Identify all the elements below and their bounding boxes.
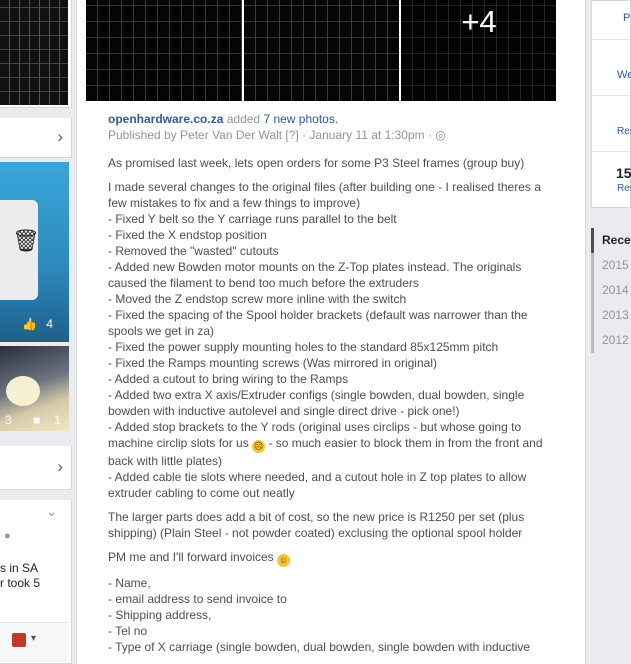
paragraph-intro: As promised last week, lets open orders …: [108, 156, 525, 170]
paragraph-price: The larger parts does add a bit of cost,…: [108, 510, 525, 540]
story-snippet: s in SA r took 5: [0, 561, 41, 590]
year-nav-item[interactable]: 2015: [594, 253, 631, 278]
paragraph-pm: PM me and I'll forward invoices ☺: [108, 550, 291, 567]
left-photo-card[interactable]: [0, 0, 72, 108]
comment-count: 1: [54, 413, 61, 427]
year-nav-recent[interactable]: Rece: [591, 228, 631, 253]
divider: [592, 39, 631, 40]
likes-count: 👍 4: [22, 317, 53, 331]
page-name-link[interactable]: openhardware.co.za: [108, 112, 223, 126]
right-count: 15: [616, 165, 631, 181]
right-link-we[interactable]: We: [617, 69, 631, 81]
globe-icon[interactable]: ◎: [435, 128, 445, 142]
paragraph-changes: I made several changes to the original f…: [108, 180, 543, 500]
right-column: P We Res 15 Res Rece 2015 2014 2013 2012: [591, 0, 631, 664]
right-info-card: P We Res 15 Res: [591, 0, 631, 208]
right-link-top[interactable]: P: [623, 12, 630, 24]
post-photo-1[interactable]: [86, 0, 242, 101]
story-footer: ▾: [0, 622, 68, 662]
left-story-card: ⌄ ● s in SA r took 5 ▾: [0, 500, 72, 664]
left-section-header[interactable]: ›: [0, 118, 72, 158]
year-nav-item[interactable]: 2014: [594, 278, 631, 303]
added-text: added: [226, 112, 261, 126]
photo-count: 3: [5, 413, 12, 427]
post-body: As promised last week, lets open orders …: [108, 155, 563, 663]
phone-photo[interactable]: 🗑 👍 4: [0, 162, 69, 342]
cad-thumbnail[interactable]: [0, 0, 68, 105]
year-nav-item[interactable]: 2013: [594, 303, 631, 328]
warm-photo[interactable]: 3 ■ 1: [0, 346, 69, 431]
year-nav: Rece 2015 2014 2013 2012: [591, 228, 631, 353]
more-photos-badge[interactable]: +4: [429, 4, 529, 40]
chevron-right-icon[interactable]: ›: [57, 457, 63, 477]
right-link-res[interactable]: Res: [617, 126, 631, 137]
comment-icon: ■: [33, 413, 41, 427]
paragraph-details: - Name, - email address to send invoice …: [108, 576, 531, 654]
divider: [592, 151, 631, 152]
divider: [592, 95, 631, 96]
sad-emoji-icon: ☹: [252, 440, 266, 453]
post-card: +4 openhardware.co.za added 7 new photos…: [76, 0, 586, 664]
photo-subject: [6, 376, 40, 406]
left-section-header-2[interactable]: ›: [0, 446, 72, 490]
chevron-right-icon[interactable]: ›: [57, 127, 63, 147]
trash-icon: 🗑: [12, 228, 40, 253]
year-nav-item[interactable]: 2012: [594, 328, 631, 353]
post-header: openhardware.co.za added 7 new photos. P…: [108, 111, 568, 143]
avatar-icon[interactable]: [12, 633, 26, 647]
left-column: › 🗑 👍 4 3 ■ 1 › ⌄ ● s in SA r took 5 ▾: [0, 0, 72, 664]
photos-link[interactable]: 7 new photos.: [263, 112, 338, 126]
globe-icon: ●: [4, 530, 11, 542]
like-icon: 👍: [22, 317, 37, 331]
post-photo-2[interactable]: [244, 0, 399, 101]
published-by[interactable]: Published by Peter Van Der Walt [?] · Ja…: [108, 128, 432, 142]
right-link-res-2[interactable]: Res: [617, 183, 631, 194]
chevron-down-icon[interactable]: ⌄: [46, 504, 57, 520]
dropdown-caret-icon[interactable]: ▾: [31, 633, 36, 644]
smile-emoji-icon: ☺: [277, 554, 291, 567]
